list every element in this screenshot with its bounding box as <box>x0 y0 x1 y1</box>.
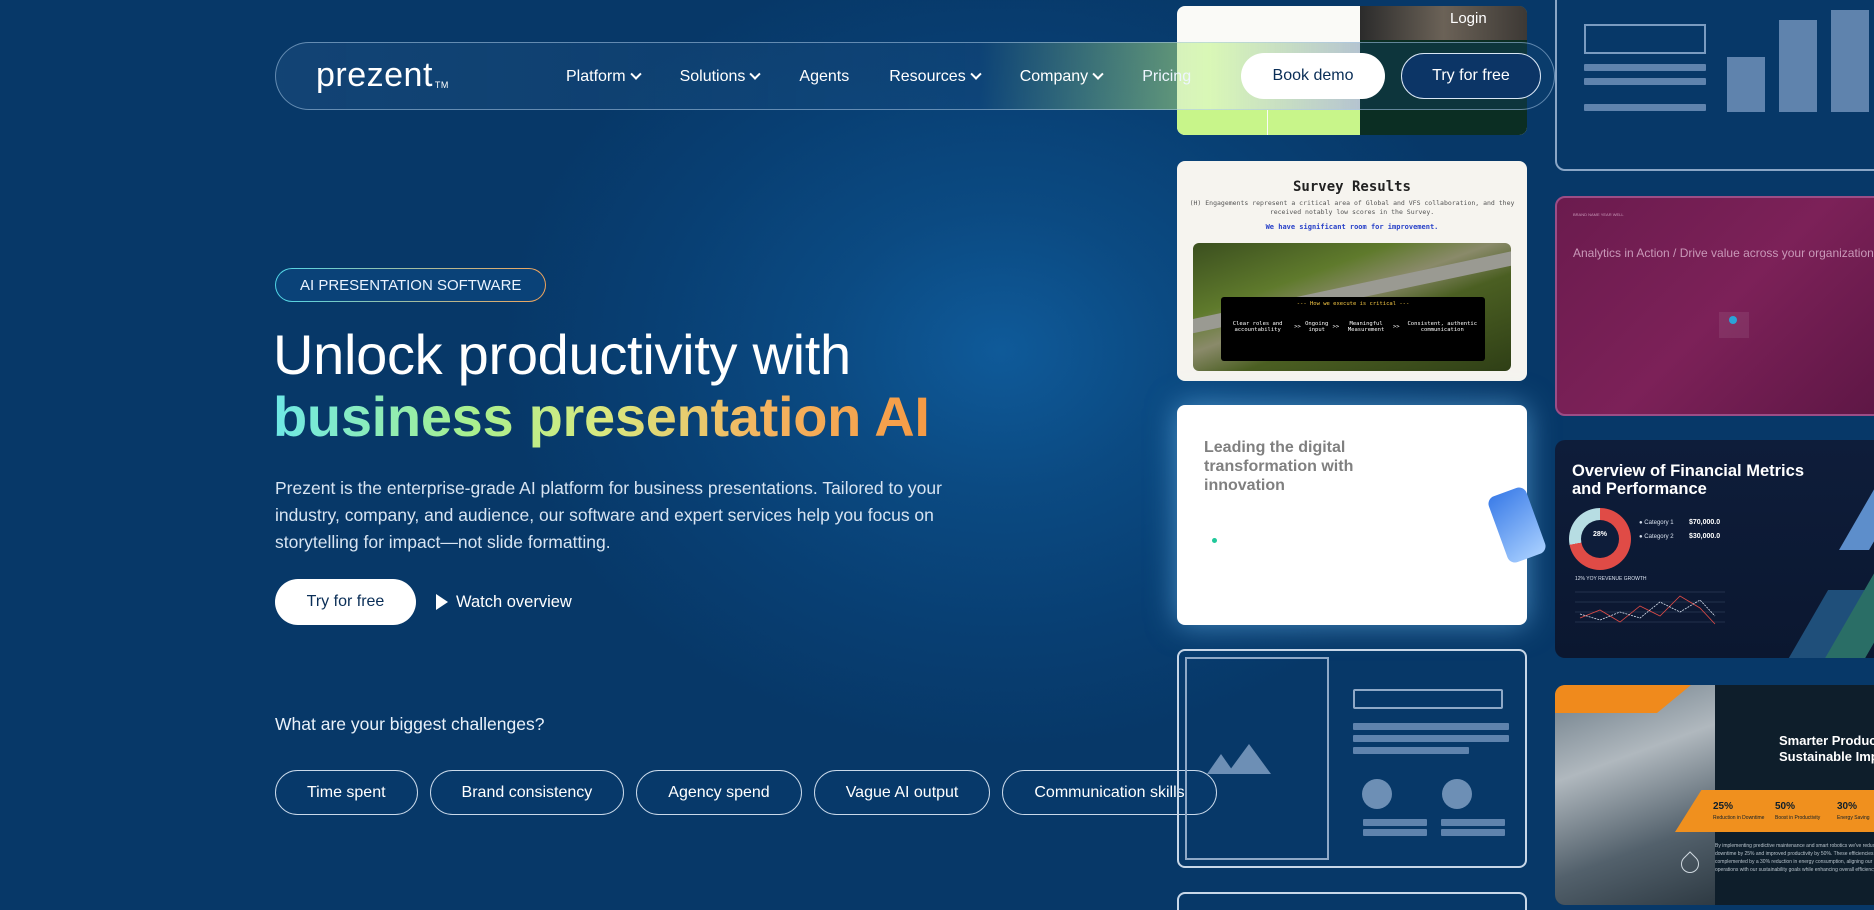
nav-agents[interactable]: Agents <box>799 68 849 86</box>
steps-row: Clear roles and accountability >> Ongoin… <box>1221 321 1485 333</box>
step-arrow: >> <box>1392 324 1400 330</box>
step-arrow: >> <box>1294 324 1301 330</box>
hero-headline-line1: Unlock productivity with <box>273 323 851 386</box>
chevron-down-icon <box>629 68 642 80</box>
step-label: Consistent, authentic communication <box>1407 321 1478 333</box>
prezent-logo[interactable]: prezent TM <box>316 56 449 95</box>
step-label: Ongoing input <box>1305 321 1329 333</box>
financial-title: Overview of Financial Metrics and Perfor… <box>1572 462 1804 498</box>
category-badge: AI PRESENTATION SOFTWARE <box>275 268 546 302</box>
highway-image: --- How we execute is critical --- Clear… <box>1193 243 1511 371</box>
survey-steps-box: --- How we execute is critical --- Clear… <box>1221 297 1485 361</box>
step-arrow: >> <box>1332 324 1340 330</box>
survey-subtitle: (H) Engagements represent a critical are… <box>1189 199 1515 216</box>
legend-item: ● Category 2 <box>1639 534 1674 540</box>
challenges-question: What are your biggest challenges? <box>275 714 545 734</box>
donut-chart: 28% <box>1569 508 1631 570</box>
stat-value: 25% <box>1713 801 1734 812</box>
phone-graphic <box>1486 485 1548 565</box>
chip-vague-ai-output[interactable]: Vague AI output <box>813 770 991 815</box>
slide-leading-digital: Leading the digital transformation with … <box>1177 405 1548 625</box>
chip-agency-spend[interactable]: Agency spend <box>636 770 802 815</box>
survey-highlight: We have significant room for improvement… <box>1265 223 1439 231</box>
nav-platform[interactable]: Platform <box>566 68 642 86</box>
legend-item: ● Category 1 <box>1639 520 1674 526</box>
stat-label: Energy Saving <box>1837 815 1870 821</box>
hero-headline: Unlock productivity with business presen… <box>273 324 930 448</box>
smarter-title: Smarter ProductivSustainable Impa <box>1779 733 1874 764</box>
stat-label: Boost in Productivity <box>1775 815 1821 821</box>
wireframe-line <box>1441 829 1505 836</box>
wireframe-line <box>1353 723 1509 730</box>
hero-try-for-free-button[interactable]: Try for free <box>275 579 416 625</box>
decor-stripe <box>1839 460 1874 550</box>
wireframe-avatar <box>1442 779 1472 809</box>
nav-pricing[interactable]: Pricing <box>1142 68 1191 86</box>
stat-label: Reduction in Downtime <box>1713 815 1765 821</box>
slide-smarter-productivity: Smarter ProductivSustainable Impa 25% Re… <box>1555 685 1874 905</box>
slide-thumbnail-bottom <box>1177 892 1527 910</box>
wireframe-line <box>1363 819 1427 826</box>
slide-green-block <box>1177 110 1267 135</box>
leading-title: Leading the digital transformation with … <box>1204 439 1354 494</box>
analytics-kicker: BRAND NAME YEAR WELL <box>1573 212 1624 217</box>
location-pin-icon <box>1719 312 1749 338</box>
book-demo-button[interactable]: Book demo <box>1241 53 1385 99</box>
challenge-chips: Time spent Brand consistency Agency spen… <box>275 770 1217 815</box>
wireframe-avatar <box>1362 779 1392 809</box>
wireframe-line <box>1584 64 1706 71</box>
step-label: Meaningful Measurement <box>1347 321 1385 333</box>
nav-company[interactable]: Company <box>1020 68 1104 86</box>
wireframe-line <box>1584 78 1706 85</box>
slide-analytics: BRAND NAME YEAR WELL Analytics in Action… <box>1555 196 1874 416</box>
nav-try-for-free-button[interactable]: Try for free <box>1401 53 1541 99</box>
wireframe-title-box <box>1353 689 1503 709</box>
accent-dot <box>1212 538 1217 543</box>
wireframe-bar <box>1831 10 1869 112</box>
top-nav: prezent TM Platform Solutions Agents Reso… <box>275 42 1555 110</box>
chevron-down-icon <box>1092 68 1104 80</box>
stat-value: 30% <box>1837 801 1858 812</box>
play-icon <box>436 594 448 610</box>
watch-overview-link[interactable]: Watch overview <box>436 579 572 625</box>
wireframe-bar <box>1727 57 1765 112</box>
chevron-down-icon <box>749 68 762 80</box>
wireframe-line <box>1353 735 1509 742</box>
slide-wireframe-bars <box>1555 0 1874 171</box>
slide-green-block <box>1268 110 1360 135</box>
slide-photo <box>1360 6 1527 40</box>
chart-label: 12% YOY REVENUE GROWTH <box>1575 576 1647 582</box>
analytics-title: Analytics in Action / Drive value across… <box>1573 246 1874 260</box>
legend-value: $30,000.0 <box>1689 533 1721 540</box>
wireframe-line <box>1441 819 1505 826</box>
wireframe-bar <box>1779 20 1817 112</box>
hero-description: Prezent is the enterprise-grade AI platf… <box>275 478 942 552</box>
nav-solutions[interactable]: Solutions <box>680 68 762 86</box>
survey-title: Survey Results <box>1292 179 1411 195</box>
nav-links: Platform Solutions Agents Resources Comp… <box>566 43 1231 111</box>
watch-overview-label: Watch overview <box>456 592 572 611</box>
chip-time-spent[interactable]: Time spent <box>275 770 418 815</box>
wireframe-image-placeholder <box>1185 657 1329 860</box>
slide-financial-overview: Overview of Financial Metrics and Perfor… <box>1555 440 1874 658</box>
steps-box-title: --- How we execute is critical --- <box>1296 301 1410 307</box>
wireframe-line <box>1353 747 1469 754</box>
wireframe-line <box>1363 829 1427 836</box>
wireframe-line <box>1584 104 1706 111</box>
smarter-paragraph: By implementing predictive maintenance a… <box>1715 843 1874 873</box>
slide-wireframe <box>1177 649 1527 868</box>
step-label: Clear roles and accountability <box>1232 321 1283 333</box>
hero-headline-line2: business presentation AI <box>273 385 930 448</box>
wireframe-title-box <box>1584 24 1706 54</box>
image-placeholder-icon <box>1227 744 1271 774</box>
chip-brand-consistency[interactable]: Brand consistency <box>429 770 625 815</box>
legend-value: $70,000.0 <box>1689 519 1721 526</box>
stat-value: 50% <box>1775 801 1796 812</box>
donut-value: 28% <box>1592 531 1607 538</box>
chevron-down-icon <box>970 68 982 80</box>
slide-survey-results: Survey Results (H) Engagements represent… <box>1177 161 1527 381</box>
revenue-line-chart <box>1575 591 1725 625</box>
nav-resources[interactable]: Resources <box>889 68 982 86</box>
login-link[interactable]: Login <box>1450 10 1487 27</box>
